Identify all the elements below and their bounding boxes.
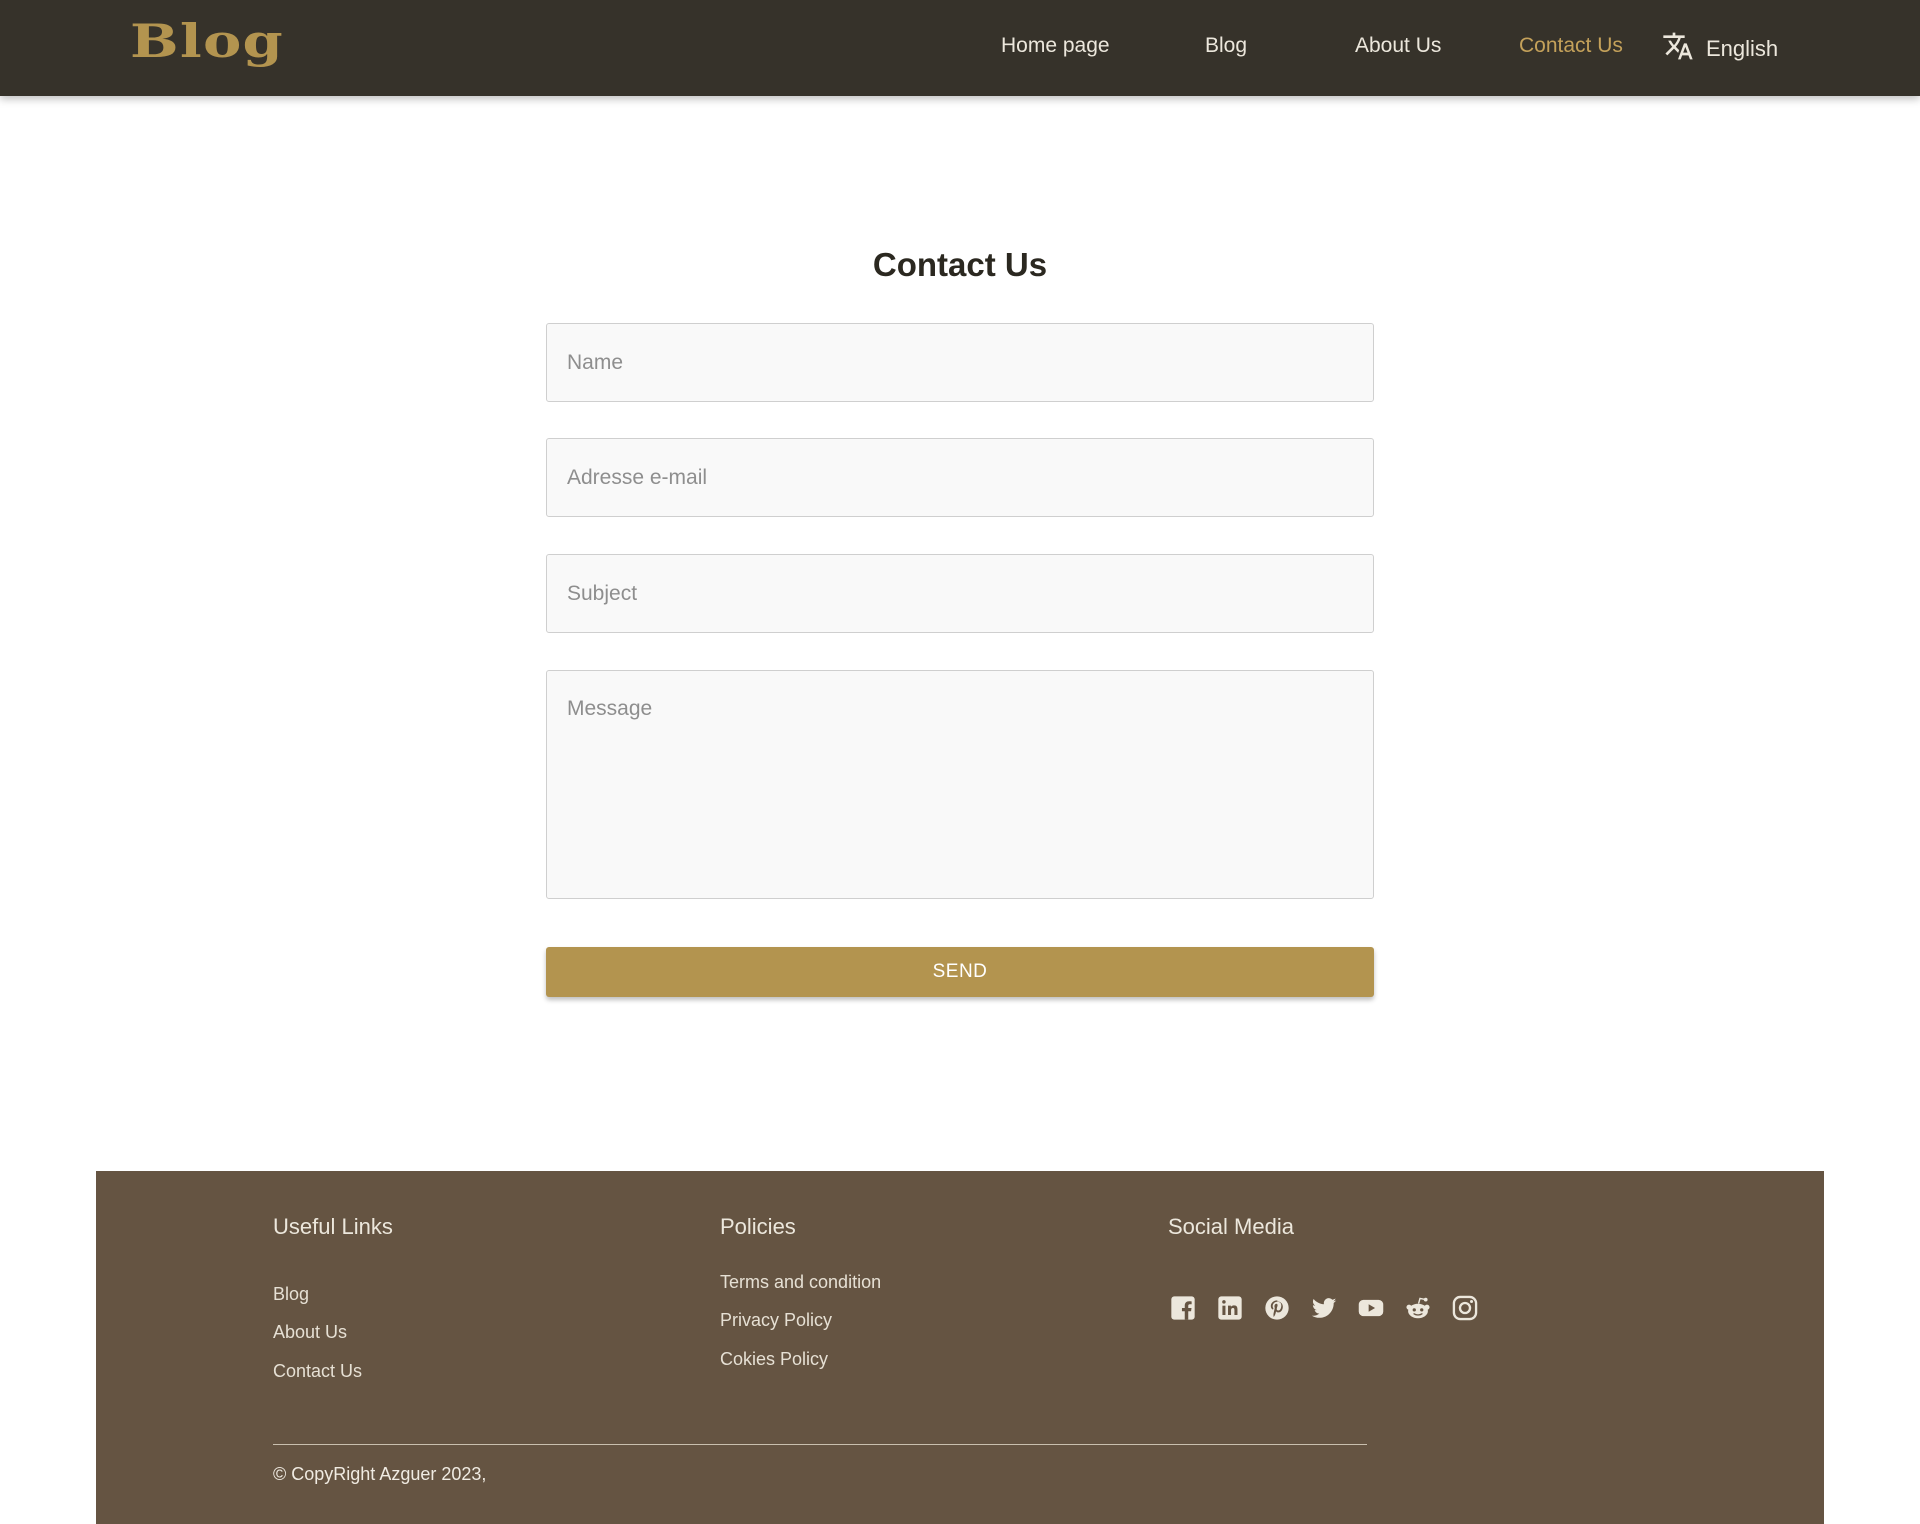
nav-home[interactable]: Home page	[1001, 34, 1110, 58]
nav-about[interactable]: About Us	[1355, 34, 1441, 58]
footer-divider	[273, 1444, 1367, 1445]
footer-link-cookies[interactable]: Cokies Policy	[720, 1349, 828, 1370]
social-icons	[1169, 1294, 1498, 1322]
twitter-icon[interactable]	[1310, 1294, 1338, 1322]
pinterest-icon[interactable]	[1263, 1294, 1291, 1322]
page-title: Contact Us	[872, 246, 1048, 283]
site-logo[interactable]: Blog	[130, 16, 284, 66]
reddit-icon[interactable]	[1404, 1294, 1432, 1322]
footer-link-privacy[interactable]: Privacy Policy	[720, 1310, 832, 1331]
policies-title: Policies	[720, 1214, 796, 1239]
footer-link-blog[interactable]: Blog	[273, 1284, 309, 1305]
footer-link-contact[interactable]: Contact Us	[273, 1361, 362, 1382]
subject-input[interactable]	[546, 554, 1374, 633]
site-header: Blog Home page Blog About Us Contact Us …	[0, 0, 1920, 96]
useful-links-title: Useful Links	[273, 1214, 393, 1239]
facebook-icon[interactable]	[1169, 1294, 1197, 1322]
instagram-icon[interactable]	[1451, 1294, 1479, 1322]
email-input[interactable]	[546, 438, 1374, 517]
youtube-icon[interactable]	[1357, 1294, 1385, 1322]
copyright-text: © CopyRight Azguer 2023,	[273, 1464, 487, 1484]
linkedin-icon[interactable]	[1216, 1294, 1244, 1322]
footer-link-terms[interactable]: Terms and condition	[720, 1272, 881, 1293]
nav-contact[interactable]: Contact Us	[1519, 34, 1623, 58]
send-button[interactable]: SEND	[546, 947, 1374, 997]
social-media-title: Social Media	[1168, 1214, 1294, 1239]
site-footer: Useful Links Blog About Us Contact Us Po…	[96, 1171, 1824, 1524]
language-selector[interactable]: English	[1662, 30, 1778, 67]
footer-link-about[interactable]: About Us	[273, 1322, 347, 1343]
translate-icon	[1662, 30, 1694, 67]
message-textarea[interactable]	[546, 670, 1374, 899]
nav-blog[interactable]: Blog	[1205, 34, 1247, 58]
language-label: English	[1706, 35, 1779, 61]
name-input[interactable]	[546, 323, 1374, 402]
